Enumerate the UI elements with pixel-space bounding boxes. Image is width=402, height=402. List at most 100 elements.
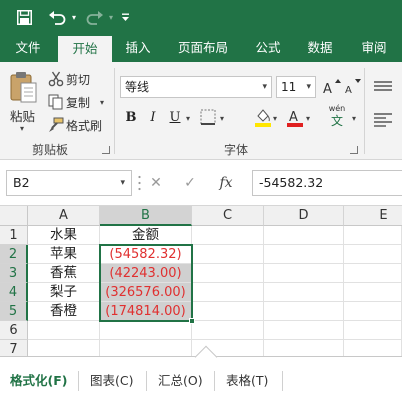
- cell-c1[interactable]: [192, 226, 264, 245]
- tab-formulas[interactable]: 公式: [246, 34, 290, 62]
- fill-color-icon[interactable]: [254, 107, 272, 127]
- copy-dropdown-icon[interactable]: ▾: [100, 98, 104, 107]
- customize-qat-icon[interactable]: [118, 0, 132, 34]
- tab-review[interactable]: 审阅: [352, 34, 396, 62]
- cell-e2[interactable]: [344, 245, 402, 264]
- align-icons[interactable]: [372, 76, 402, 136]
- column-header-d[interactable]: D: [264, 206, 344, 226]
- cell-a4[interactable]: 梨子: [28, 283, 100, 302]
- tab-data[interactable]: 数据: [298, 34, 342, 62]
- column-header-c[interactable]: C: [192, 206, 264, 226]
- font-name-value: 等线: [125, 80, 150, 94]
- cell-c4[interactable]: [192, 283, 264, 302]
- cell-b5[interactable]: (174814.00): [100, 302, 192, 321]
- cell-c2[interactable]: [192, 245, 264, 264]
- cell-a6[interactable]: [28, 321, 100, 340]
- save-icon[interactable]: [14, 0, 34, 34]
- cell-a5[interactable]: 香橙: [28, 302, 100, 321]
- qa-separator: [214, 371, 215, 391]
- font-name-select[interactable]: 等线 ▾: [120, 76, 272, 98]
- column-header-e[interactable]: E: [344, 206, 402, 226]
- italic-button[interactable]: I: [144, 108, 162, 128]
- font-size-select[interactable]: 11 ▾: [276, 76, 316, 98]
- cell-d5[interactable]: [264, 302, 344, 321]
- underline-dropdown-icon[interactable]: ▾: [186, 114, 190, 123]
- svg-text:A: A: [289, 110, 298, 125]
- cell-c6[interactable]: [192, 321, 264, 340]
- row-header-1[interactable]: 1: [0, 226, 28, 245]
- tab-insert[interactable]: 插入: [116, 34, 160, 62]
- row-header-4[interactable]: 4: [0, 283, 28, 302]
- cell-b2[interactable]: (54582.32): [100, 245, 192, 264]
- qa-tab-charts[interactable]: 图表(C): [90, 371, 133, 391]
- increase-font-size-icon[interactable]: A: [322, 78, 342, 97]
- formula-bar-grip[interactable]: [138, 174, 141, 192]
- cell-d2[interactable]: [264, 245, 344, 264]
- qa-separator: [146, 371, 147, 391]
- cell-a3[interactable]: 香蕉: [28, 264, 100, 283]
- column-header-b[interactable]: B: [100, 206, 192, 226]
- column-header-a[interactable]: A: [28, 206, 100, 226]
- cell-a2[interactable]: 苹果: [28, 245, 100, 264]
- row-header-2[interactable]: 2: [0, 245, 28, 264]
- font-color-icon[interactable]: A: [286, 107, 304, 127]
- redo-dropdown-icon[interactable]: ▾: [106, 0, 116, 34]
- cell-e1[interactable]: [344, 226, 402, 245]
- cell-e3[interactable]: [344, 264, 402, 283]
- enter-icon[interactable]: ✓: [180, 170, 200, 196]
- bold-button[interactable]: B: [122, 108, 140, 128]
- cell-b3[interactable]: (42243.00): [100, 264, 192, 283]
- cell-c3[interactable]: [192, 264, 264, 283]
- paste-dropdown-icon[interactable]: ▾: [20, 124, 24, 133]
- qa-tab-totals[interactable]: 汇总(O): [158, 371, 203, 391]
- cell-e6[interactable]: [344, 321, 402, 340]
- clipboard-launcher-icon[interactable]: [102, 146, 110, 154]
- row-header-5[interactable]: 5: [0, 302, 28, 321]
- ribbon-separator: [364, 68, 365, 154]
- qa-tab-tables[interactable]: 表格(T): [226, 371, 268, 391]
- formula-input[interactable]: -54582.32: [252, 170, 402, 196]
- borders-dropdown-icon[interactable]: ▾: [220, 114, 224, 123]
- paste-icon[interactable]: [8, 70, 38, 104]
- redo-icon[interactable]: [84, 0, 106, 34]
- cell-d3[interactable]: [264, 264, 344, 283]
- ribbon-separator: [114, 68, 115, 154]
- tab-home[interactable]: 开始: [58, 36, 112, 62]
- name-box[interactable]: B2 ▾: [6, 170, 132, 196]
- cancel-icon[interactable]: ✕: [146, 170, 166, 196]
- cell-d1[interactable]: [264, 226, 344, 245]
- cell-a1[interactable]: 水果: [28, 226, 100, 245]
- tab-file[interactable]: 文件: [6, 34, 50, 62]
- cell-e5[interactable]: [344, 302, 402, 321]
- paste-button[interactable]: 粘贴: [10, 106, 35, 125]
- fx-icon[interactable]: fx: [214, 170, 238, 196]
- cell-d6[interactable]: [264, 321, 344, 340]
- cut-button[interactable]: 剪切: [66, 71, 90, 88]
- cell-c5[interactable]: [192, 302, 264, 321]
- excel-window: ▾ ▾ 文件 开始 插入 页面布局 公式 数据 审阅 粘贴 ▾ 剪切 复制 ▾ …: [0, 0, 402, 402]
- fill-color-dropdown-icon[interactable]: ▾: [273, 114, 277, 123]
- borders-icon[interactable]: [200, 109, 216, 127]
- qa-separator: [282, 371, 283, 391]
- row-header-6[interactable]: 6: [0, 321, 28, 340]
- copy-button[interactable]: 复制: [66, 94, 90, 111]
- row-header-3[interactable]: 3: [0, 264, 28, 283]
- cell-b1[interactable]: 金额: [100, 226, 192, 245]
- cell-e4[interactable]: [344, 283, 402, 302]
- fill-handle[interactable]: [189, 318, 195, 324]
- select-all-corner[interactable]: [0, 206, 28, 226]
- decrease-font-size-icon[interactable]: A: [344, 78, 362, 96]
- phonetic-guide-icon[interactable]: wén 文: [324, 104, 350, 130]
- cell-b4[interactable]: (326576.00): [100, 283, 192, 302]
- font-launcher-icon[interactable]: [350, 146, 358, 154]
- undo-dropdown-icon[interactable]: ▾: [68, 0, 80, 34]
- phonetic-dropdown-icon[interactable]: ▾: [352, 114, 356, 123]
- cell-d4[interactable]: [264, 283, 344, 302]
- underline-button[interactable]: U: [166, 108, 184, 128]
- qa-tab-formatting[interactable]: 格式化(F): [10, 371, 67, 391]
- undo-icon[interactable]: [46, 0, 68, 34]
- font-color-dropdown-icon[interactable]: ▾: [306, 114, 310, 123]
- cell-b6[interactable]: [100, 321, 192, 340]
- format-painter-button[interactable]: 格式刷: [66, 117, 102, 134]
- tab-page-layout[interactable]: 页面布局: [170, 34, 236, 62]
